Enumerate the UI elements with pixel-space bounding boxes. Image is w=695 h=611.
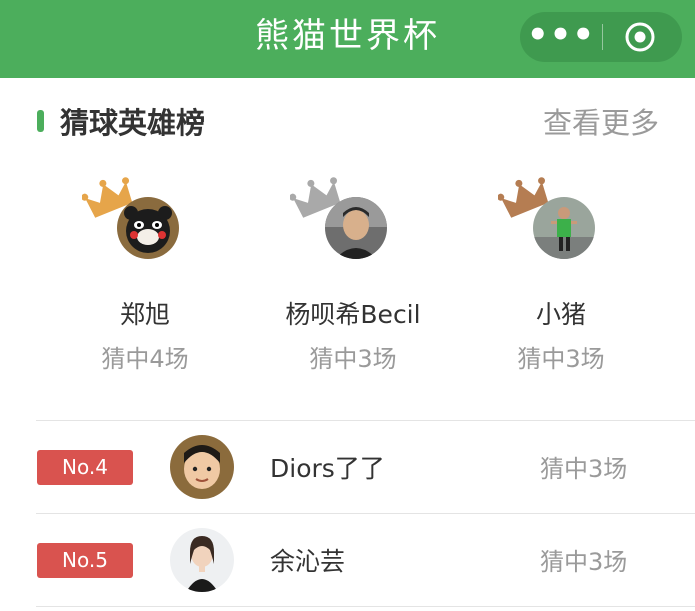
section-header: 猜球英雄榜 查看更多 [0, 92, 695, 152]
man-photo-avatar-icon [325, 197, 387, 259]
woman-photo-avatar-icon [170, 528, 234, 592]
more-dots-icon[interactable]: ••• [520, 12, 602, 62]
ranking-name: 余沁芸 [270, 547, 346, 576]
target-close-icon[interactable] [624, 21, 656, 53]
avatar [117, 197, 179, 259]
ranking-row[interactable]: No.4 Diors了了 猜中3场 [0, 421, 695, 513]
ranking-name: Diors了了 [270, 454, 385, 483]
podium-score: 猜中4场 [101, 345, 189, 373]
bear-mascot-avatar-icon [117, 197, 179, 259]
podium-score: 猜中3场 [517, 345, 605, 373]
avatar [170, 528, 234, 592]
rank-badge: No.5 [37, 543, 133, 578]
podium-third[interactable]: 小猪 猜中3场 [498, 175, 695, 385]
podium-score: 猜中3场 [309, 345, 397, 373]
title-bar: 熊猫世界杯 ••• [0, 0, 695, 78]
child-photo-avatar-icon [170, 435, 234, 499]
mini-program-capsule: ••• [520, 12, 682, 62]
podium-name: 小猪 [535, 300, 586, 329]
section-title: 猜球英雄榜 [60, 106, 206, 140]
runner-photo-avatar-icon [533, 197, 595, 259]
avatar [533, 197, 595, 259]
capsule-divider [602, 24, 603, 50]
podium-name: 杨呗希Becil [285, 300, 421, 329]
section-accent-bar [37, 110, 44, 132]
avatar [325, 197, 387, 259]
ranking-row[interactable]: No.5 余沁芸 猜中3场 [0, 514, 695, 606]
ranking-score: 猜中3场 [540, 455, 628, 483]
ranking-score: 猜中3场 [540, 548, 628, 576]
avatar [170, 435, 234, 499]
podium-name: 郑旭 [119, 300, 170, 329]
view-more-link[interactable]: 查看更多 [543, 100, 659, 142]
rank-badge: No.4 [37, 450, 133, 485]
divider [36, 606, 695, 607]
